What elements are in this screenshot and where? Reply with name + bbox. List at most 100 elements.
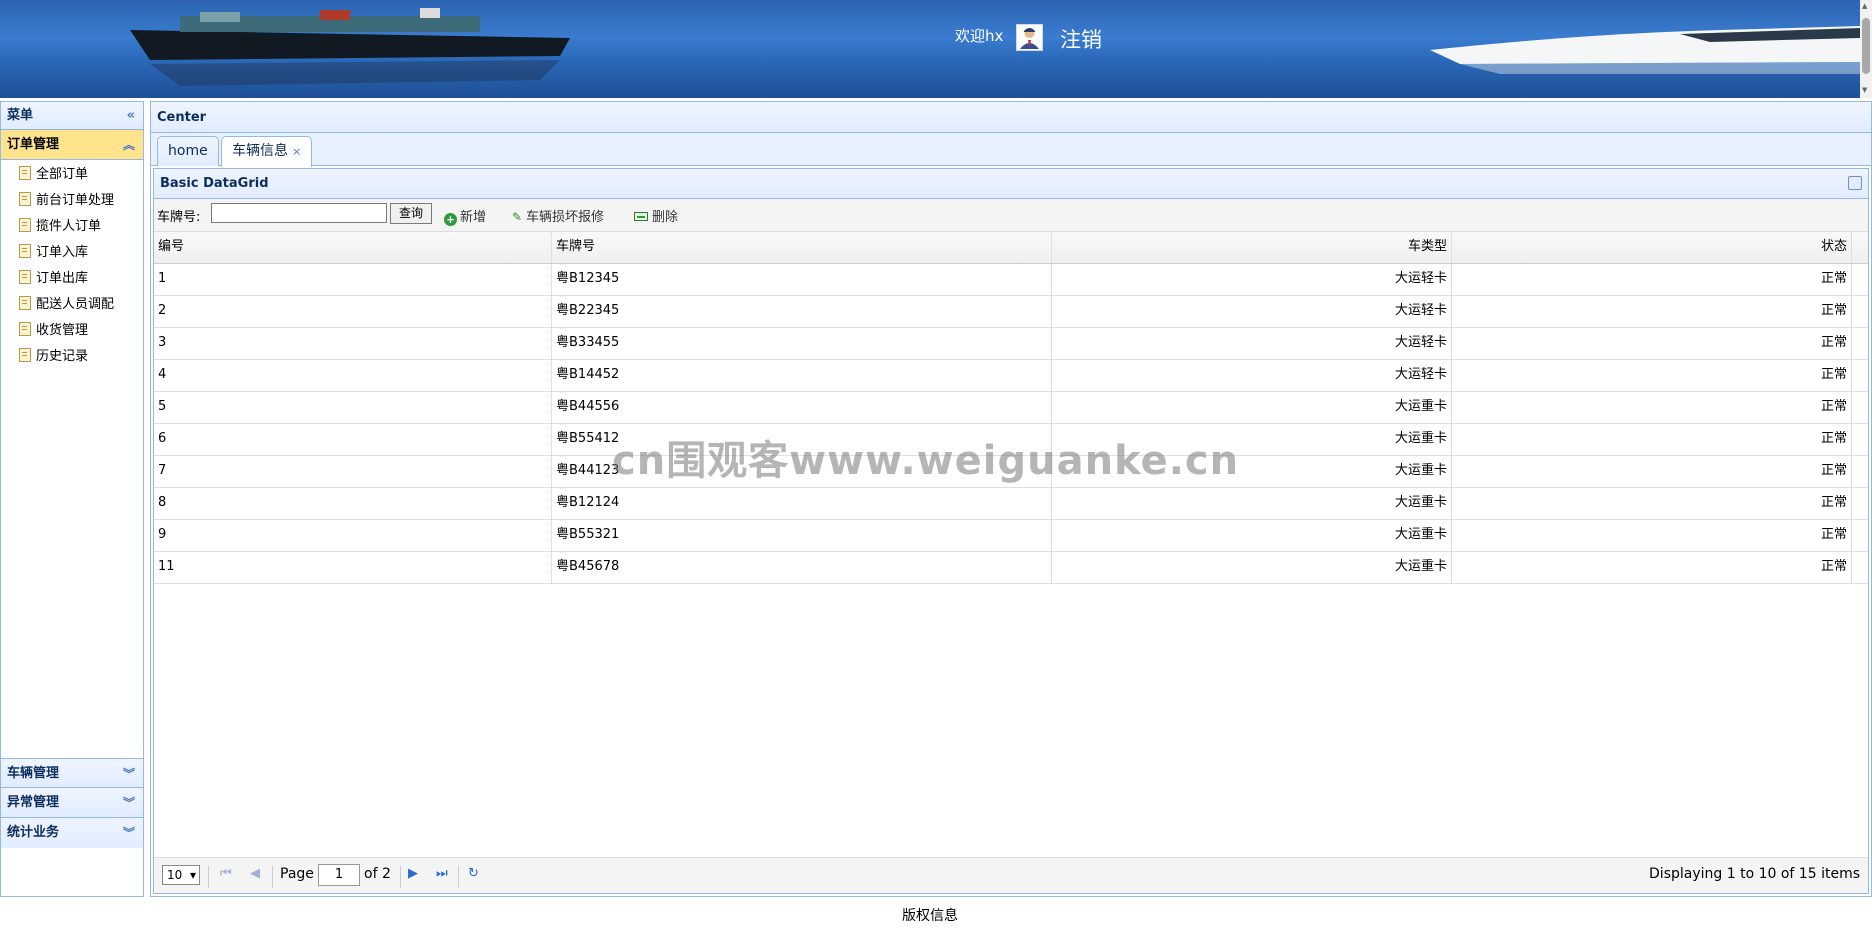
chevron-up-icon[interactable]: ︽ — [123, 130, 135, 160]
menu-item-all-orders[interactable]: 全部订单 — [1, 162, 143, 188]
menu-item-label: 揽件人订单 — [36, 219, 102, 234]
cell-type: 大运重卡 — [1052, 552, 1452, 583]
table-row[interactable]: 4 粤B14452 大运轻卡 正常 — [154, 360, 1868, 392]
page-size-select[interactable]: 10 — [162, 865, 200, 885]
menu-item-order-out[interactable]: 订单出库 — [1, 266, 143, 292]
center-panel: Center home 车辆信息 × Basic DataGrid 车牌号: 查询… — [150, 101, 1872, 897]
accordion-exception-management[interactable]: 异常管理 ︾ — [1, 788, 143, 818]
accordion-statistics[interactable]: 统计业务 ︾ — [1, 818, 143, 848]
tab-label: home — [168, 143, 208, 159]
cell-status: 正常 — [1452, 328, 1852, 359]
logout-link[interactable]: 注销 — [1060, 24, 1102, 54]
plate-search-input[interactable] — [211, 203, 387, 223]
sidebar-title-text: 菜单 — [7, 108, 34, 123]
pager-separator — [208, 866, 209, 888]
chevron-down-icon[interactable]: ︾ — [123, 818, 135, 848]
cell-plate: 粤B12345 — [552, 264, 1052, 295]
scroll-down-icon[interactable]: ▼ — [1862, 86, 1867, 94]
cell-id: 11 — [154, 552, 552, 583]
menu-item-history[interactable]: 历史记录 — [1, 344, 143, 370]
last-page-icon[interactable]: ⏭ — [436, 866, 448, 881]
table-row[interactable]: 9 粤B55321 大运重卡 正常 — [154, 520, 1868, 552]
menu-item-label: 配送人员调配 — [36, 297, 115, 312]
chevron-down-icon[interactable]: ︾ — [123, 788, 135, 818]
menu-item-label: 订单入库 — [36, 245, 89, 260]
column-header-id[interactable]: 编号 — [154, 232, 552, 263]
menu-item-label: 前台订单处理 — [36, 193, 115, 208]
west-sidebar: 菜单 « 订单管理 ︽ 全部订单 前台订单处理 揽件人订单 订单入库 订单出库 … — [0, 101, 144, 897]
menu-item-order-in[interactable]: 订单入库 — [1, 240, 143, 266]
document-icon — [19, 166, 31, 180]
cell-status: 正常 — [1452, 488, 1852, 519]
datagrid-title-text: Basic DataGrid — [160, 176, 269, 191]
add-button[interactable]: + 新增 — [444, 206, 486, 226]
scrollbar-thumb[interactable] — [1862, 18, 1870, 74]
table-row[interactable]: 5 粤B44556 大运重卡 正常 — [154, 392, 1868, 424]
accordion-vehicle-management[interactable]: 车辆管理 ︾ — [1, 758, 143, 788]
ship-image — [130, 8, 570, 86]
first-page-icon[interactable]: ⏮ — [220, 866, 232, 881]
center-title: Center — [151, 102, 1871, 133]
datagrid-toolbar: 车牌号: 查询 + 新增 ✎ 车辆损坏报修 删除 — [154, 199, 1868, 232]
query-button[interactable]: 查询 — [390, 203, 432, 224]
chevron-down-icon[interactable]: ︾ — [123, 759, 135, 789]
datagrid-title: Basic DataGrid — [154, 169, 1868, 199]
cell-type: 大运重卡 — [1052, 520, 1452, 551]
cell-id: 1 — [154, 264, 552, 295]
repair-button[interactable]: ✎ 车辆损坏报修 — [512, 206, 604, 225]
cell-id: 6 — [154, 424, 552, 455]
cell-status: 正常 — [1452, 424, 1852, 455]
menu-item-pickup-orders[interactable]: 揽件人订单 — [1, 214, 143, 240]
page-label: Page — [280, 866, 314, 882]
column-header-type[interactable]: 车类型 — [1052, 232, 1452, 263]
collapse-panel-icon[interactable] — [1848, 176, 1862, 190]
tab-home[interactable]: home — [157, 136, 219, 166]
cell-type: 大运重卡 — [1052, 488, 1452, 519]
delete-button[interactable]: 删除 — [634, 206, 678, 225]
document-icon — [19, 270, 31, 284]
train-image — [1430, 26, 1860, 74]
repair-label: 车辆损坏报修 — [526, 210, 605, 225]
menu-item-front-orders[interactable]: 前台订单处理 — [1, 188, 143, 214]
collapse-left-icon[interactable]: « — [127, 102, 135, 130]
datagrid-panel: Basic DataGrid 车牌号: 查询 + 新增 ✎ 车辆损坏报修 删除 编号… — [153, 168, 1869, 894]
document-icon — [19, 348, 31, 362]
cell-type: 大运轻卡 — [1052, 264, 1452, 295]
tab-label: 车辆信息 — [232, 143, 288, 159]
tab-vehicle-info[interactable]: 车辆信息 × — [221, 136, 313, 167]
refresh-icon[interactable]: ↻ — [468, 866, 479, 881]
table-row[interactable]: 1 粤B12345 大运轻卡 正常 — [154, 264, 1868, 296]
table-row[interactable]: 3 粤B33455 大运轻卡 正常 — [154, 328, 1868, 360]
cell-status: 正常 — [1452, 296, 1852, 327]
cell-status: 正常 — [1452, 456, 1852, 487]
menu-item-receiving[interactable]: 收货管理 — [1, 318, 143, 344]
accordion-title: 车辆管理 — [7, 766, 60, 781]
sidebar-title: 菜单 « — [1, 102, 143, 130]
table-row[interactable]: 11 粤B45678 大运重卡 正常 — [154, 552, 1868, 584]
prev-page-icon[interactable]: ◀ — [250, 866, 260, 881]
cell-plate: 粤B22345 — [552, 296, 1052, 327]
cell-plate: 粤B45678 — [552, 552, 1052, 583]
order-menu-list: 全部订单 前台订单处理 揽件人订单 订单入库 订单出库 配送人员调配 收货管理 … — [1, 160, 143, 758]
cell-id: 4 — [154, 360, 552, 391]
cell-id: 3 — [154, 328, 552, 359]
welcome-text: 欢迎hx — [955, 27, 1004, 45]
pager-separator — [400, 866, 401, 888]
page-scrollbar[interactable]: ▲ ▼ — [1860, 0, 1872, 98]
next-page-icon[interactable]: ▶ — [408, 866, 418, 881]
watermark-text: cn围观客www.weiguanke.cn — [612, 438, 1240, 484]
table-row[interactable]: 8 粤B12124 大运重卡 正常 — [154, 488, 1868, 520]
column-header-status[interactable]: 状态 — [1452, 232, 1852, 263]
accordion-title: 订单管理 — [7, 137, 60, 152]
menu-item-dispatch[interactable]: 配送人员调配 — [1, 292, 143, 318]
scroll-up-icon[interactable]: ▲ — [1862, 2, 1867, 10]
page-number-input[interactable]: 1 — [318, 864, 360, 886]
cell-status: 正常 — [1452, 552, 1852, 583]
accordion-order-management[interactable]: 订单管理 ︽ — [1, 130, 143, 160]
close-icon[interactable]: × — [292, 145, 301, 158]
table-row[interactable]: 2 粤B22345 大运轻卡 正常 — [154, 296, 1868, 328]
plus-icon: + — [444, 213, 457, 226]
column-header-plate[interactable]: 车牌号 — [552, 232, 1052, 263]
pager-separator — [272, 866, 273, 888]
header-banner: 欢迎hx 注销 — [0, 0, 1860, 98]
